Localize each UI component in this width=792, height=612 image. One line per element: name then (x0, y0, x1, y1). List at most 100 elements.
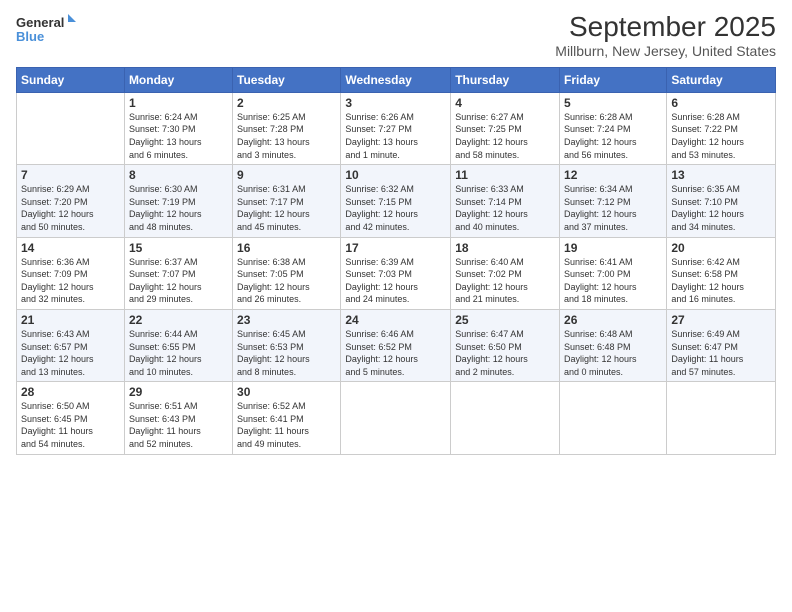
calendar-cell: 17Sunrise: 6:39 AM Sunset: 7:03 PM Dayli… (341, 237, 451, 309)
day-number: 15 (129, 241, 228, 255)
day-info: Sunrise: 6:34 AM Sunset: 7:12 PM Dayligh… (564, 183, 662, 233)
day-info: Sunrise: 6:39 AM Sunset: 7:03 PM Dayligh… (345, 256, 446, 306)
calendar-header-friday: Friday (560, 67, 667, 92)
calendar-cell: 14Sunrise: 6:36 AM Sunset: 7:09 PM Dayli… (17, 237, 125, 309)
calendar-cell (17, 92, 125, 164)
day-number: 7 (21, 168, 120, 182)
day-info: Sunrise: 6:38 AM Sunset: 7:05 PM Dayligh… (237, 256, 336, 306)
day-number: 10 (345, 168, 446, 182)
calendar-cell: 18Sunrise: 6:40 AM Sunset: 7:02 PM Dayli… (451, 237, 560, 309)
calendar-header-thursday: Thursday (451, 67, 560, 92)
calendar-cell: 13Sunrise: 6:35 AM Sunset: 7:10 PM Dayli… (667, 165, 776, 237)
calendar-header-wednesday: Wednesday (341, 67, 451, 92)
day-number: 18 (455, 241, 555, 255)
day-number: 24 (345, 313, 446, 327)
calendar-cell: 30Sunrise: 6:52 AM Sunset: 6:41 PM Dayli… (233, 382, 341, 454)
day-info: Sunrise: 6:43 AM Sunset: 6:57 PM Dayligh… (21, 328, 120, 378)
month-title: September 2025 (555, 12, 776, 43)
calendar-cell: 29Sunrise: 6:51 AM Sunset: 6:43 PM Dayli… (124, 382, 232, 454)
day-number: 26 (564, 313, 662, 327)
day-info: Sunrise: 6:37 AM Sunset: 7:07 PM Dayligh… (129, 256, 228, 306)
calendar-week-5: 28Sunrise: 6:50 AM Sunset: 6:45 PM Dayli… (17, 382, 776, 454)
calendar-cell: 1Sunrise: 6:24 AM Sunset: 7:30 PM Daylig… (124, 92, 232, 164)
calendar-cell: 23Sunrise: 6:45 AM Sunset: 6:53 PM Dayli… (233, 309, 341, 381)
svg-text:Blue: Blue (16, 29, 44, 44)
day-info: Sunrise: 6:41 AM Sunset: 7:00 PM Dayligh… (564, 256, 662, 306)
calendar-cell: 4Sunrise: 6:27 AM Sunset: 7:25 PM Daylig… (451, 92, 560, 164)
location-title: Millburn, New Jersey, United States (555, 43, 776, 59)
day-info: Sunrise: 6:28 AM Sunset: 7:22 PM Dayligh… (671, 111, 771, 161)
day-number: 14 (21, 241, 120, 255)
calendar-cell: 3Sunrise: 6:26 AM Sunset: 7:27 PM Daylig… (341, 92, 451, 164)
day-info: Sunrise: 6:40 AM Sunset: 7:02 PM Dayligh… (455, 256, 555, 306)
day-number: 25 (455, 313, 555, 327)
calendar-header-monday: Monday (124, 67, 232, 92)
day-number: 11 (455, 168, 555, 182)
day-info: Sunrise: 6:48 AM Sunset: 6:48 PM Dayligh… (564, 328, 662, 378)
day-info: Sunrise: 6:27 AM Sunset: 7:25 PM Dayligh… (455, 111, 555, 161)
day-info: Sunrise: 6:44 AM Sunset: 6:55 PM Dayligh… (129, 328, 228, 378)
day-number: 22 (129, 313, 228, 327)
calendar-cell: 25Sunrise: 6:47 AM Sunset: 6:50 PM Dayli… (451, 309, 560, 381)
calendar-week-3: 14Sunrise: 6:36 AM Sunset: 7:09 PM Dayli… (17, 237, 776, 309)
calendar-cell: 7Sunrise: 6:29 AM Sunset: 7:20 PM Daylig… (17, 165, 125, 237)
day-number: 23 (237, 313, 336, 327)
calendar-cell (451, 382, 560, 454)
calendar-cell: 11Sunrise: 6:33 AM Sunset: 7:14 PM Dayli… (451, 165, 560, 237)
calendar-header-saturday: Saturday (667, 67, 776, 92)
calendar-cell (667, 382, 776, 454)
day-info: Sunrise: 6:32 AM Sunset: 7:15 PM Dayligh… (345, 183, 446, 233)
calendar-cell: 21Sunrise: 6:43 AM Sunset: 6:57 PM Dayli… (17, 309, 125, 381)
calendar-cell: 20Sunrise: 6:42 AM Sunset: 6:58 PM Dayli… (667, 237, 776, 309)
svg-text:General: General (16, 15, 64, 30)
day-number: 28 (21, 385, 120, 399)
day-number: 29 (129, 385, 228, 399)
header: General Blue September 2025 Millburn, Ne… (16, 12, 776, 59)
day-info: Sunrise: 6:26 AM Sunset: 7:27 PM Dayligh… (345, 111, 446, 161)
day-info: Sunrise: 6:47 AM Sunset: 6:50 PM Dayligh… (455, 328, 555, 378)
calendar-header-tuesday: Tuesday (233, 67, 341, 92)
calendar-header-row: SundayMondayTuesdayWednesdayThursdayFrid… (17, 67, 776, 92)
calendar-cell: 6Sunrise: 6:28 AM Sunset: 7:22 PM Daylig… (667, 92, 776, 164)
day-number: 30 (237, 385, 336, 399)
calendar: SundayMondayTuesdayWednesdayThursdayFrid… (16, 67, 776, 455)
calendar-cell: 28Sunrise: 6:50 AM Sunset: 6:45 PM Dayli… (17, 382, 125, 454)
day-info: Sunrise: 6:46 AM Sunset: 6:52 PM Dayligh… (345, 328, 446, 378)
day-number: 2 (237, 96, 336, 110)
day-number: 12 (564, 168, 662, 182)
calendar-cell: 15Sunrise: 6:37 AM Sunset: 7:07 PM Dayli… (124, 237, 232, 309)
calendar-week-2: 7Sunrise: 6:29 AM Sunset: 7:20 PM Daylig… (17, 165, 776, 237)
day-info: Sunrise: 6:33 AM Sunset: 7:14 PM Dayligh… (455, 183, 555, 233)
day-number: 3 (345, 96, 446, 110)
day-info: Sunrise: 6:51 AM Sunset: 6:43 PM Dayligh… (129, 400, 228, 450)
day-number: 4 (455, 96, 555, 110)
day-info: Sunrise: 6:49 AM Sunset: 6:47 PM Dayligh… (671, 328, 771, 378)
calendar-cell: 27Sunrise: 6:49 AM Sunset: 6:47 PM Dayli… (667, 309, 776, 381)
day-info: Sunrise: 6:36 AM Sunset: 7:09 PM Dayligh… (21, 256, 120, 306)
day-number: 6 (671, 96, 771, 110)
title-area: September 2025 Millburn, New Jersey, Uni… (555, 12, 776, 59)
calendar-week-1: 1Sunrise: 6:24 AM Sunset: 7:30 PM Daylig… (17, 92, 776, 164)
calendar-cell (560, 382, 667, 454)
day-info: Sunrise: 6:35 AM Sunset: 7:10 PM Dayligh… (671, 183, 771, 233)
logo-icon: General Blue (16, 12, 76, 48)
day-info: Sunrise: 6:28 AM Sunset: 7:24 PM Dayligh… (564, 111, 662, 161)
calendar-header-sunday: Sunday (17, 67, 125, 92)
calendar-week-4: 21Sunrise: 6:43 AM Sunset: 6:57 PM Dayli… (17, 309, 776, 381)
calendar-cell: 2Sunrise: 6:25 AM Sunset: 7:28 PM Daylig… (233, 92, 341, 164)
calendar-cell: 10Sunrise: 6:32 AM Sunset: 7:15 PM Dayli… (341, 165, 451, 237)
day-info: Sunrise: 6:29 AM Sunset: 7:20 PM Dayligh… (21, 183, 120, 233)
day-info: Sunrise: 6:31 AM Sunset: 7:17 PM Dayligh… (237, 183, 336, 233)
day-info: Sunrise: 6:52 AM Sunset: 6:41 PM Dayligh… (237, 400, 336, 450)
day-info: Sunrise: 6:45 AM Sunset: 6:53 PM Dayligh… (237, 328, 336, 378)
day-info: Sunrise: 6:25 AM Sunset: 7:28 PM Dayligh… (237, 111, 336, 161)
day-number: 16 (237, 241, 336, 255)
day-number: 1 (129, 96, 228, 110)
logo: General Blue (16, 12, 76, 48)
calendar-cell: 9Sunrise: 6:31 AM Sunset: 7:17 PM Daylig… (233, 165, 341, 237)
calendar-cell: 12Sunrise: 6:34 AM Sunset: 7:12 PM Dayli… (560, 165, 667, 237)
day-number: 5 (564, 96, 662, 110)
day-number: 8 (129, 168, 228, 182)
day-info: Sunrise: 6:42 AM Sunset: 6:58 PM Dayligh… (671, 256, 771, 306)
calendar-cell: 22Sunrise: 6:44 AM Sunset: 6:55 PM Dayli… (124, 309, 232, 381)
